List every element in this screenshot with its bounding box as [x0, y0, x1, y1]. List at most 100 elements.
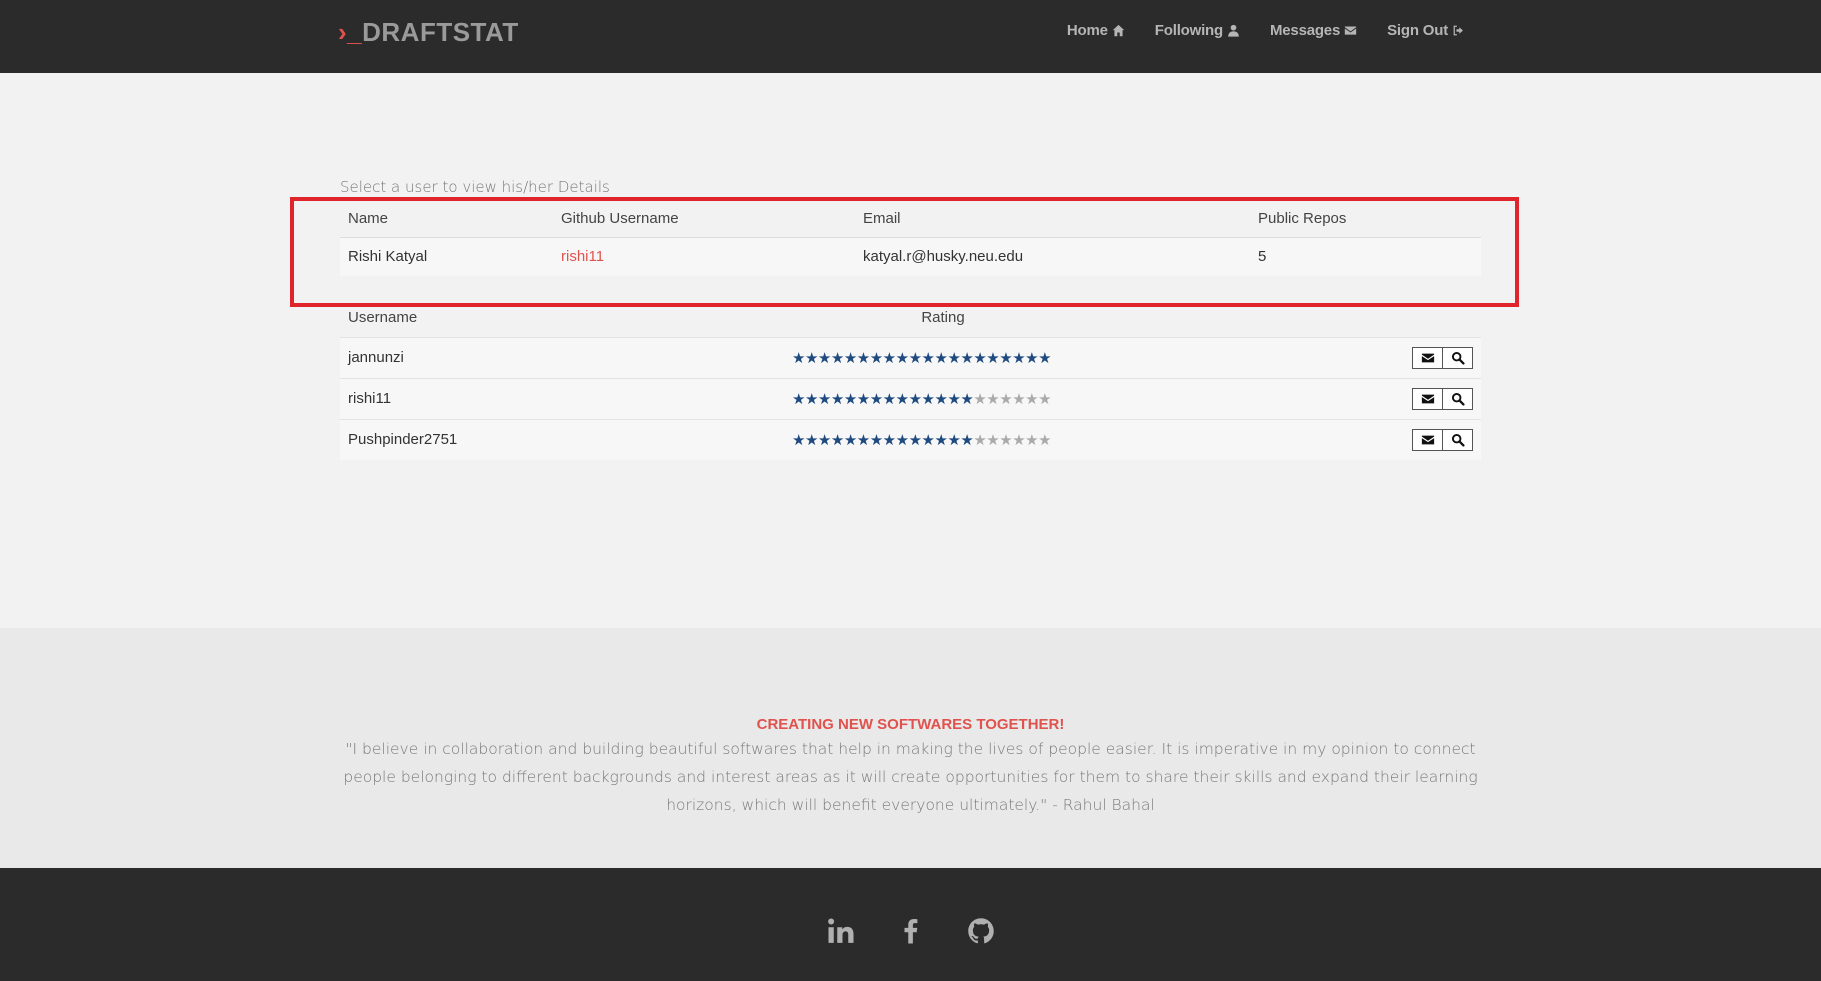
star-filled-icon: ★ [934, 349, 948, 367]
star-filled-icon: ★ [869, 390, 883, 408]
col-github-header: Github Username [553, 200, 855, 238]
detail-email: katyal.r@husky.neu.edu [855, 237, 1250, 276]
user-row[interactable]: Pushpinder2751 ★★★★★★★★★★★★★★★★★★★★ [340, 418, 1481, 460]
actions-cell [1094, 418, 1481, 460]
star-filled-icon: ★ [986, 349, 1000, 367]
envelope-icon [1421, 353, 1434, 362]
star-filled-icon: ★ [908, 349, 922, 367]
col-username-header: Username [348, 309, 418, 327]
star-filled-icon: ★ [973, 349, 987, 367]
star-filled-icon: ★ [960, 431, 974, 449]
facebook-link[interactable] [895, 915, 927, 947]
star-filled-icon: ★ [1025, 349, 1039, 367]
brand-logo[interactable]: ›_DRAFTSTAT [338, 17, 519, 48]
star-filled-icon: ★ [856, 390, 870, 408]
star-filled-icon: ★ [947, 431, 961, 449]
view-details-button[interactable] [1442, 387, 1473, 410]
star-filled-icon: ★ [882, 390, 896, 408]
star-filled-icon: ★ [934, 390, 948, 408]
col-email-header: Email [855, 200, 1250, 238]
star-filled-icon: ★ [817, 390, 831, 408]
star-filled-icon: ★ [843, 390, 857, 408]
col-actions-header [1094, 299, 1481, 337]
message-button[interactable] [1412, 428, 1443, 451]
star-filled-icon: ★ [960, 349, 974, 367]
star-filled-icon: ★ [921, 390, 935, 408]
user-icon [1228, 24, 1239, 37]
username-cell: Pushpinder2751 [340, 418, 784, 460]
detail-github-cell: rishi11 [553, 237, 855, 276]
search-icon [1451, 433, 1465, 447]
star-empty-icon: ★ [1038, 431, 1052, 449]
star-filled-icon: ★ [999, 349, 1013, 367]
star-filled-icon: ★ [895, 390, 909, 408]
star-filled-icon: ★ [895, 349, 909, 367]
star-filled-icon: ★ [869, 431, 883, 449]
star-filled-icon: ★ [830, 349, 844, 367]
envelope-icon [1421, 394, 1434, 403]
home-icon [1112, 24, 1124, 37]
user-row[interactable]: rishi11 ★★★★★★★★★★★★★★★★★★★★ [340, 377, 1481, 419]
message-button[interactable] [1412, 387, 1443, 410]
nav-home-label: Home [1066, 22, 1108, 39]
nav-messages-label: Messages [1269, 22, 1341, 39]
quote-text: "I believe in collaboration and building… [343, 740, 1478, 814]
brand-name: DRAFTSTAT [362, 17, 519, 47]
star-filled-icon: ★ [1038, 349, 1052, 367]
star-empty-icon: ★ [973, 390, 987, 408]
star-filled-icon: ★ [792, 431, 805, 449]
message-button[interactable] [1412, 346, 1443, 369]
username-cell: rishi11 [340, 377, 784, 419]
star-filled-icon: ★ [895, 431, 909, 449]
facebook-icon [904, 919, 917, 944]
col-repos-header: Public Repos [1250, 200, 1481, 238]
star-filled-icon: ★ [882, 349, 896, 367]
users-header-row: Username Rating [340, 299, 1481, 337]
star-filled-icon: ★ [804, 390, 818, 408]
github-username-link[interactable]: rishi11 [561, 248, 604, 265]
star-empty-icon: ★ [1012, 390, 1026, 408]
star-filled-icon: ★ [856, 349, 870, 367]
star-filled-icon: ★ [843, 349, 857, 367]
star-empty-icon: ★ [1025, 390, 1039, 408]
star-filled-icon: ★ [882, 431, 896, 449]
star-filled-icon: ★ [921, 349, 935, 367]
brand-prompt: ›_ [338, 17, 363, 47]
nav-sign-out[interactable]: Sign Out [1387, 22, 1465, 39]
star-filled-icon: ★ [908, 390, 922, 408]
nav-following[interactable]: Following [1155, 22, 1240, 39]
username-cell: jannunzi [340, 336, 784, 378]
select-user-hint: Select a user to view his/her Details [340, 178, 610, 196]
envelope-icon [1344, 26, 1357, 35]
col-rating-header: Rating [921, 309, 965, 327]
star-filled-icon: ★ [908, 431, 922, 449]
star-filled-icon: ★ [804, 349, 818, 367]
linkedin-icon [827, 918, 853, 943]
detail-name: Rishi Katyal [340, 237, 553, 276]
view-details-button[interactable] [1442, 428, 1473, 451]
quote-title: CREATING NEW SOFTWARES TOGETHER! [756, 716, 1065, 733]
nav-home[interactable]: Home [1067, 22, 1125, 39]
view-details-button[interactable] [1442, 346, 1473, 369]
star-filled-icon: ★ [804, 431, 818, 449]
star-filled-icon: ★ [960, 390, 974, 408]
nav-messages[interactable]: Messages [1270, 22, 1357, 39]
star-filled-icon: ★ [830, 431, 844, 449]
star-empty-icon: ★ [1038, 390, 1052, 408]
star-rating: ★★★★★★★★★★★★★★★★★★★★ [792, 349, 1052, 367]
star-empty-icon: ★ [1012, 431, 1026, 449]
nav-sign-out-label: Sign Out [1387, 22, 1448, 39]
star-filled-icon: ★ [817, 349, 831, 367]
star-rating: ★★★★★★★★★★★★★★★★★★★★ [792, 390, 1052, 408]
main-content: Select a user to view his/her Details Na… [0, 73, 1821, 628]
rating-cell: ★★★★★★★★★★★★★★★★★★★★ [784, 377, 1094, 419]
sign-out-icon [1453, 25, 1463, 36]
user-row[interactable]: jannunzi ★★★★★★★★★★★★★★★★★★★★ [340, 336, 1481, 378]
linkedin-link[interactable] [825, 915, 857, 947]
top-navbar: ›_DRAFTSTAT Home Following Messages Sign… [0, 0, 1821, 73]
user-details-table: Name Github Username Email Public Repos … [340, 200, 1481, 276]
star-empty-icon: ★ [999, 431, 1013, 449]
github-link[interactable] [965, 915, 997, 947]
users-table: Username Rating jannunzi ★★★★★★★★★★★★★★★★… [340, 299, 1481, 460]
star-filled-icon: ★ [1012, 349, 1026, 367]
